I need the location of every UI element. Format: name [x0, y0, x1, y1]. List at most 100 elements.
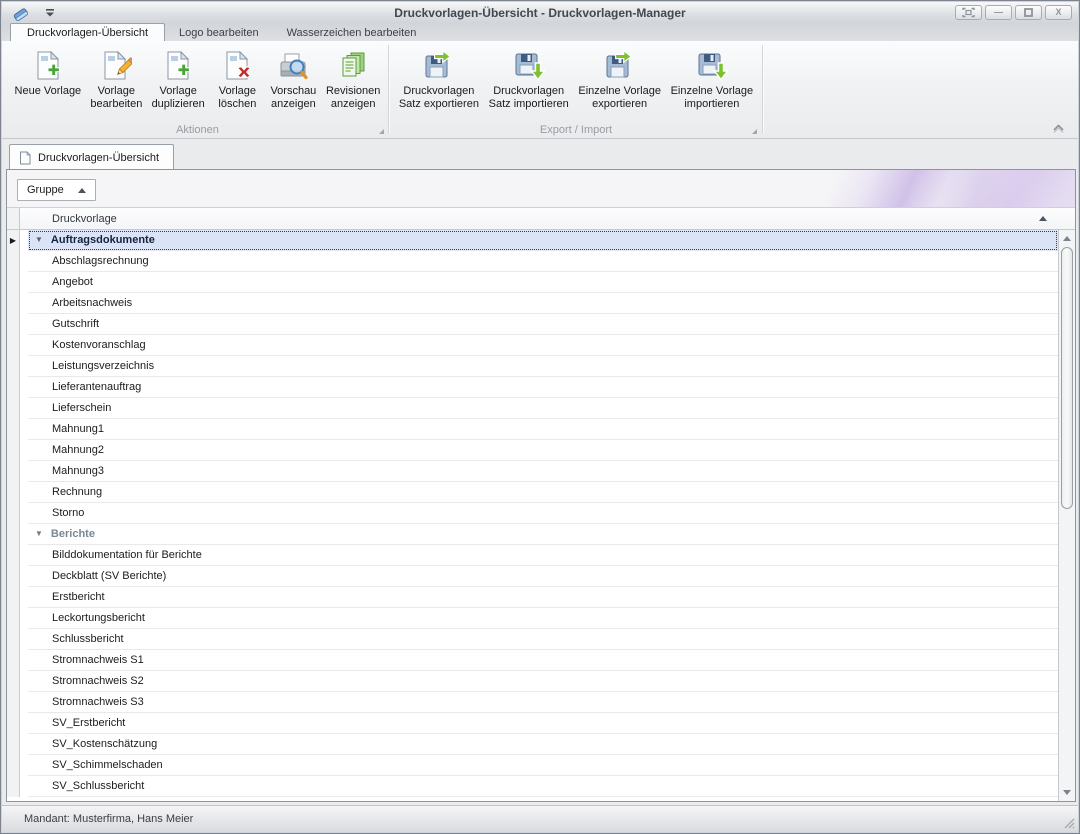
vorschau-anzeigen-button[interactable]: Vorschau anzeigen: [265, 48, 321, 113]
row-indicator: [7, 503, 20, 524]
fit-screen-icon[interactable]: [955, 5, 982, 20]
column-header-row[interactable]: Druckvorlage: [7, 208, 1075, 230]
button-label: Druckvorlagen: [403, 85, 474, 98]
purple-swirl-decoration: [655, 170, 1075, 207]
table-row[interactable]: Arbeitsnachweis: [7, 293, 1058, 314]
button-label: Vorlage: [98, 85, 135, 98]
vorlage-bearbeiten-button[interactable]: Vorlage bearbeiten: [86, 48, 147, 113]
table-row[interactable]: Erstbericht: [7, 587, 1058, 608]
group-row-label: Berichte: [51, 528, 95, 540]
maximize-icon[interactable]: [1015, 5, 1042, 20]
button-label: Druckvorlagen: [493, 85, 564, 98]
document-icon: [18, 151, 32, 165]
tab-logo-bearbeiten[interactable]: Logo bearbeiten: [165, 24, 273, 41]
druckvorlagen-satz-importieren-button[interactable]: Druckvorlagen Satz importieren: [484, 48, 574, 113]
export-single-icon: [604, 50, 636, 82]
row-indicator: [7, 272, 20, 293]
group-row-label: Auftragsdokumente: [51, 234, 155, 246]
indicator-header-cell: [7, 208, 20, 229]
table-row[interactable]: Leckortungsbericht: [7, 608, 1058, 629]
group-by-gruppe-button[interactable]: Gruppe: [17, 179, 96, 201]
vorlage-loeschen-button[interactable]: Vorlage löschen: [209, 48, 265, 113]
template-name: Erstbericht: [52, 591, 105, 603]
table-row[interactable]: SV_Schimmelschaden: [7, 755, 1058, 776]
table-row[interactable]: Mahnung3: [7, 461, 1058, 482]
revisionen-anzeigen-button[interactable]: Revisionen anzeigen: [321, 48, 385, 113]
table-row[interactable]: Stromnachweis S2: [7, 671, 1058, 692]
scrollbar-thumb[interactable]: [1061, 247, 1073, 509]
table-row[interactable]: Kostenvoranschlag: [7, 335, 1058, 356]
row-indicator: [7, 398, 20, 419]
table-row[interactable]: Bilddokumentation für Berichte: [7, 545, 1058, 566]
vertical-scrollbar[interactable]: [1058, 230, 1075, 801]
group-by-label: Gruppe: [27, 184, 64, 196]
row-indicator: [7, 692, 20, 713]
tab-druckvorlagen-uebersicht[interactable]: Druckvorlagen-Übersicht: [10, 23, 165, 42]
resize-grip-icon[interactable]: [1062, 816, 1075, 829]
table-row[interactable]: Lieferantenauftrag: [7, 377, 1058, 398]
column-header-druckvorlage[interactable]: Druckvorlage: [20, 213, 117, 225]
template-name: SV_Erstbericht: [52, 717, 125, 729]
tab-wasserzeichen-bearbeiten[interactable]: Wasserzeichen bearbeiten: [273, 24, 431, 41]
ribbon-group-export-import: Druckvorlagen Satz exportieren Druckvorl…: [392, 41, 760, 138]
edit-template-icon: [100, 50, 132, 82]
minimize-icon[interactable]: —: [985, 5, 1012, 20]
button-label: Revisionen: [326, 85, 380, 98]
table-row[interactable]: Gutschrift: [7, 314, 1058, 335]
collapse-group-icon[interactable]: ▼: [35, 236, 43, 244]
delete-template-icon: [221, 50, 253, 82]
table-row[interactable]: SV_Schlussbericht: [7, 776, 1058, 797]
collapse-group-icon[interactable]: ▼: [35, 530, 43, 538]
group-row[interactable]: ▼ Berichte: [7, 524, 1058, 545]
einzelne-vorlage-importieren-button[interactable]: Einzelne Vorlage importieren: [666, 48, 758, 113]
table-row[interactable]: Rechnung: [7, 482, 1058, 503]
table-row[interactable]: Abschlagsrechnung: [7, 251, 1058, 272]
close-icon[interactable]: X: [1045, 5, 1072, 20]
scroll-down-icon[interactable]: [1059, 785, 1075, 800]
template-name: Arbeitsnachweis: [52, 297, 132, 309]
template-name: Bilddokumentation für Berichte: [52, 549, 202, 561]
template-name: Mahnung1: [52, 423, 104, 435]
template-name: Rechnung: [52, 486, 102, 498]
document-tab[interactable]: Druckvorlagen-Übersicht: [9, 144, 174, 170]
table-row[interactable]: Schlussbericht: [7, 629, 1058, 650]
table-row[interactable]: Mahnung2: [7, 440, 1058, 461]
table-row[interactable]: Mahnung1: [7, 419, 1058, 440]
group-row[interactable]: ▶▼Auftragsdokumente: [7, 230, 1058, 251]
scroll-up-icon[interactable]: [1059, 231, 1075, 246]
row-indicator: [7, 713, 20, 734]
import-set-icon: [513, 50, 545, 82]
druckvorlagen-satz-exportieren-button[interactable]: Druckvorlagen Satz exportieren: [394, 48, 484, 113]
table-row[interactable]: Leistungsverzeichnis: [7, 356, 1058, 377]
row-indicator: [7, 314, 20, 335]
template-name: Leistungsverzeichnis: [52, 360, 154, 372]
eraser-icon: [12, 5, 30, 21]
template-name: Stromnachweis S1: [52, 654, 144, 666]
button-label: exportieren: [592, 98, 647, 111]
table-row[interactable]: Deckblatt (SV Berichte): [7, 566, 1058, 587]
row-indicator: [7, 755, 20, 776]
table-row[interactable]: Stromnachweis S3: [7, 692, 1058, 713]
grid-panel: Gruppe Druckvorlage ▶▼AuftragsdokumenteA…: [6, 169, 1076, 802]
einzelne-vorlage-exportieren-button[interactable]: Einzelne Vorlage exportieren: [574, 48, 666, 113]
ribbon-group-caption: Export / Import: [392, 124, 760, 136]
sort-ascending-icon: [1039, 216, 1047, 221]
table-row[interactable]: Storno: [7, 503, 1058, 524]
row-indicator: [7, 566, 20, 587]
chevron-up-icon[interactable]: [1051, 122, 1066, 134]
table-row[interactable]: SV_Erstbericht: [7, 713, 1058, 734]
table-row[interactable]: Stromnachweis S1: [7, 650, 1058, 671]
ribbon: Neue Vorlage V: [2, 41, 1078, 139]
row-indicator: [7, 545, 20, 566]
row-indicator: [7, 377, 20, 398]
table-row[interactable]: Angebot: [7, 272, 1058, 293]
quick-access-dropdown-icon[interactable]: [44, 8, 56, 18]
table-row[interactable]: Lieferschein: [7, 398, 1058, 419]
neue-vorlage-button[interactable]: Neue Vorlage: [10, 48, 86, 100]
document-tab-label: Druckvorlagen-Übersicht: [38, 152, 159, 164]
title-bar: Druckvorlagen-Übersicht - Druckvorlagen-…: [2, 2, 1078, 23]
vorlage-duplizieren-button[interactable]: Vorlage duplizieren: [147, 48, 209, 113]
table-row[interactable]: SV_Kostenschätzung: [7, 734, 1058, 755]
row-indicator: [7, 629, 20, 650]
template-name: SV_Schlussbericht: [52, 780, 144, 792]
